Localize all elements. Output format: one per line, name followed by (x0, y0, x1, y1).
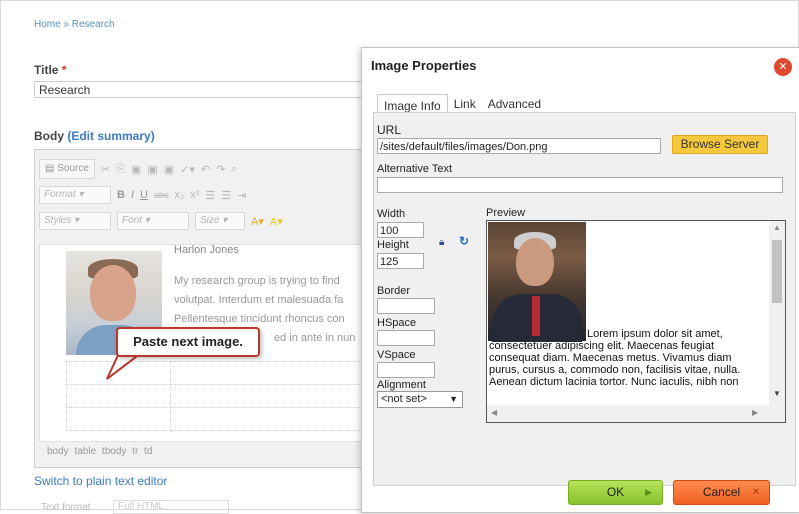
body-label: Body (Edit summary) (34, 129, 155, 143)
close-x-icon: ✕ (751, 487, 760, 498)
browse-server-button[interactable]: Browse Server (672, 135, 768, 154)
editor-toolbar-row-1: ▤ Source ✂ ⎘ ▣ ▣ ▣ ✓▾ ↶ ↷ ⌕ (39, 158, 238, 180)
numbered-list-icon[interactable]: ☰ (205, 189, 215, 202)
breadcrumb[interactable]: Home » Research (34, 19, 115, 30)
find-icon[interactable]: ⌕ (231, 163, 237, 176)
title-label: Title * (34, 63, 67, 77)
scroll-thumb[interactable] (772, 240, 782, 303)
preview-vertical-scrollbar[interactable]: ▲ ▼ (769, 221, 785, 405)
preview-photo (488, 222, 586, 342)
preview-label: Preview (486, 207, 526, 219)
chevron-down-icon: ▼ (449, 394, 458, 404)
image-properties-dialog: Image Properties ✕ Image Info Link Advan… (361, 47, 799, 513)
callout-note: Paste next image. (116, 327, 260, 357)
text-format-select[interactable]: Full HTML (113, 500, 229, 514)
url-label: URL (377, 123, 402, 137)
underline-icon[interactable]: U (140, 189, 148, 201)
superscript-icon[interactable]: x² (190, 189, 199, 201)
text-format-label: Text format (41, 502, 91, 513)
preview-text: Lorem ipsum dolor sit amet, consectetuer… (489, 328, 741, 388)
hspace-label: HSpace (377, 317, 417, 329)
subscript-icon[interactable]: x₂ (174, 189, 184, 201)
alt-text-label: Alternative Text (377, 163, 453, 175)
alignment-label: Alignment (377, 379, 426, 391)
width-input[interactable]: 100 (377, 222, 424, 238)
scroll-down-icon[interactable]: ▼ (773, 389, 781, 398)
chevron-right-icon: ▶ (645, 487, 652, 497)
page-frame: Home » Research Title * Research Body (E… (0, 0, 799, 514)
url-input[interactable]: /sites/default/files/images/Don.png (377, 138, 661, 154)
indent-icon[interactable]: ⇥ (237, 189, 246, 202)
reset-size-icon[interactable]: ↻ (459, 234, 469, 248)
redo-icon[interactable]: ↷ (216, 163, 225, 176)
paste-text-icon[interactable]: ▣ (147, 163, 157, 176)
rich-text-editor: ▤ Source ✂ ⎘ ▣ ▣ ▣ ✓▾ ↶ ↷ ⌕ Format ▾ B I… (34, 149, 376, 468)
source-button[interactable]: ▤ Source (39, 159, 95, 179)
image-preview: Lorem ipsum dolor sit amet, consectetuer… (486, 220, 786, 423)
cancel-button[interactable]: Cancel ✕ (673, 480, 770, 505)
content-name: Harlon Jones (174, 244, 239, 256)
edit-summary-link[interactable]: (Edit summary) (67, 129, 154, 143)
spellcheck-icon[interactable]: ✓▾ (180, 163, 195, 176)
dialog-title: Image Properties (371, 58, 477, 73)
alt-text-input[interactable] (377, 177, 783, 193)
scroll-right-icon[interactable]: ▶ (752, 408, 758, 417)
cut-icon[interactable]: ✂ (101, 163, 110, 176)
vspace-label: VSpace (377, 349, 416, 361)
format-combo[interactable]: Format ▾ (39, 186, 111, 204)
border-label: Border (377, 285, 411, 297)
width-label: Width (377, 208, 406, 220)
bullet-list-icon[interactable]: ☰ (221, 189, 231, 202)
image-info-panel: URL /sites/default/files/images/Don.png … (373, 112, 796, 486)
element-path: body table tbody tr td (47, 446, 153, 457)
strike-icon[interactable]: abc (154, 190, 169, 200)
hspace-input[interactable] (377, 330, 435, 346)
paste-icon[interactable]: ▣ (131, 163, 141, 176)
scroll-left-icon[interactable]: ◀ (491, 408, 497, 417)
switch-plain-text-link[interactable]: Switch to plain text editor (34, 474, 167, 488)
title-input[interactable]: Research (34, 81, 374, 98)
height-input[interactable]: 125 (377, 253, 424, 269)
vspace-input[interactable] (377, 362, 435, 378)
undo-icon[interactable]: ↶ (201, 163, 210, 176)
italic-icon[interactable]: I (131, 189, 134, 201)
styles-combo[interactable]: Styles ▾ (39, 212, 111, 230)
size-combo[interactable]: Size ▾ (195, 212, 245, 230)
border-input[interactable] (377, 298, 435, 314)
copy-icon[interactable]: ⎘ (116, 163, 125, 176)
paste-word-icon[interactable]: ▣ (164, 163, 174, 176)
required-mark: * (61, 63, 67, 77)
bold-icon[interactable]: B (117, 189, 125, 201)
preview-horizontal-scrollbar[interactable]: ◀ ▶ (487, 405, 785, 422)
lock-ratio-icon[interactable]: 🔒︎ (439, 237, 444, 248)
text-color-icon[interactable]: A▾ (251, 215, 264, 228)
close-icon[interactable]: ✕ (774, 58, 792, 76)
alignment-select[interactable]: <not set> ▼ (377, 391, 463, 408)
editor-toolbar-row-2: Format ▾ B I U abc x₂ x² ☰ ☰ ⇥ (39, 184, 246, 206)
ok-button[interactable]: OK ▶ (568, 480, 663, 505)
scroll-up-icon[interactable]: ▲ (773, 223, 781, 232)
font-combo[interactable]: Font ▾ (117, 212, 189, 230)
editor-toolbar-row-3: Styles ▾ Font ▾ Size ▾ A▾ A▾ (39, 210, 283, 232)
height-label: Height (377, 239, 409, 251)
bg-color-icon[interactable]: A▾ (270, 215, 283, 228)
